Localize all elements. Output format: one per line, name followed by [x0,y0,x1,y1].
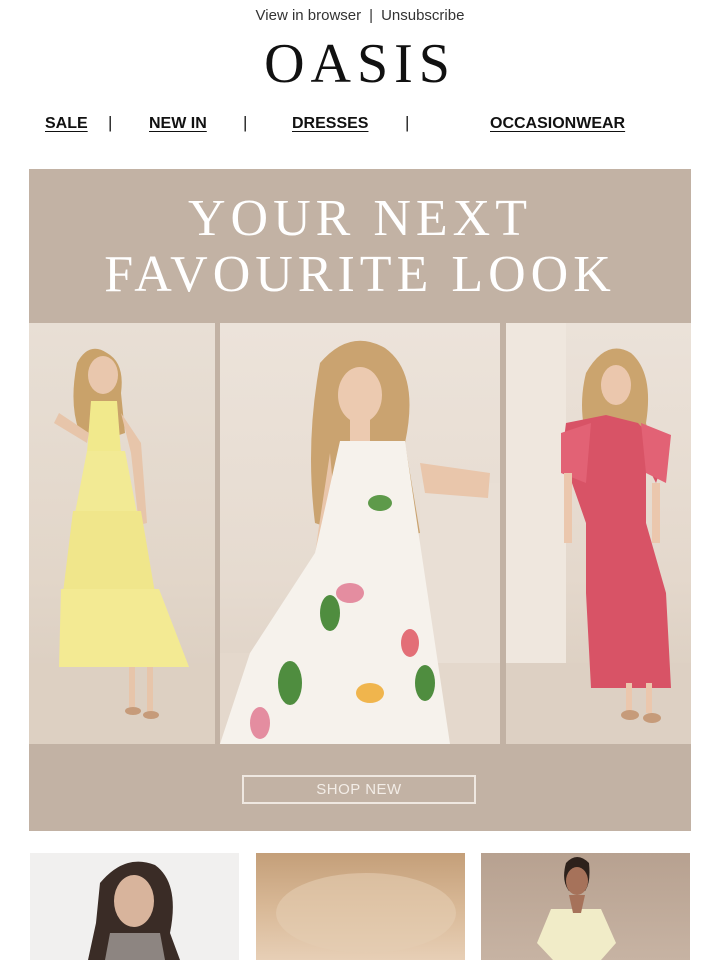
yellow-dress-figure [29,348,215,744]
nav-divider: | [405,113,410,132]
nav-item-sale[interactable]: SALE [45,115,88,133]
nav-divider: | [243,113,248,132]
view-in-browser-link[interactable]: View in browser [256,7,362,24]
nav-divider: | [108,113,113,132]
product-tile-blurred[interactable] [256,853,465,960]
header-separator: | [369,6,374,24]
model-yellow-tiered-dress-image[interactable] [29,323,215,744]
hero-title-line-2: FAVOURITE LOOK [104,246,616,303]
nav-item-dresses[interactable]: DRESSES [292,115,368,133]
nav-item-occasionwear[interactable]: OCCASIONWEAR [490,115,625,133]
email-header-bar: View in browser | Unsubscribe [0,0,720,30]
grey-knit-model-figure [88,861,180,960]
cream-dress-model-figure [537,857,616,960]
hero-title-line-1: YOUR NEXT [188,190,532,247]
hero-banner[interactable]: YOUR NEXT FAVOURITE LOOK SHOP NEW [29,169,691,831]
pink-dress-figure [506,323,691,744]
unsubscribe-link[interactable]: Unsubscribe [381,7,464,24]
brand-logo[interactable]: OASIS [0,34,720,94]
product-tile-cream-dress[interactable] [481,853,690,960]
model-white-floral-dress-image[interactable] [220,323,500,744]
shop-new-button[interactable]: SHOP NEW [242,775,476,804]
main-nav: SALE | NEW IN | DRESSES | OCCASIONWEAR [0,110,720,140]
floral-dress-figure [220,340,500,744]
blurred-image-figure [276,873,456,953]
product-tile-grey-knit[interactable] [30,853,239,960]
nav-item-new-in[interactable]: NEW IN [149,115,207,133]
hero-title: YOUR NEXT FAVOURITE LOOK [29,191,691,303]
model-pink-ruffle-dress-image[interactable] [506,323,691,744]
